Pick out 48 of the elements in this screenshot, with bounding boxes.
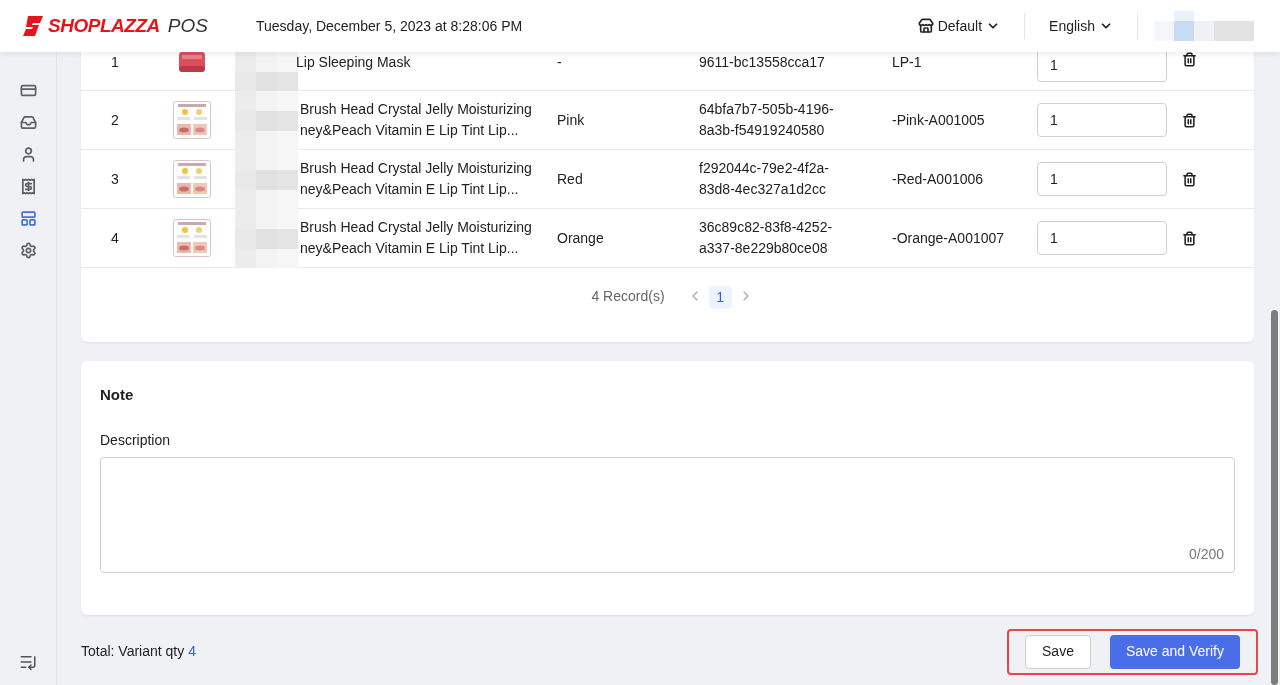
table-cell-text: Brush Head Crystal Jelly Moisturizing ney&Peach Vitamin E Lip Tint Lip... — [300, 159, 532, 199]
store-icon — [917, 18, 934, 34]
delete-icon[interactable] — [1182, 230, 1197, 246]
expand-menu-icon[interactable] — [19, 653, 37, 671]
description-field[interactable]: 0/200 — [100, 456, 1235, 573]
table-cell-text: 9611-bc13558cca17 — [699, 53, 826, 72]
note-title: Note — [100, 385, 135, 405]
table-cell-text: f292044c-79e2-4f2a- 83d8-4ec327a1d2cc — [699, 159, 830, 199]
brand-name: SHOPLAZZA — [48, 13, 160, 38]
table-cell-text: Lip Sleeping Mask — [296, 53, 411, 72]
total-summary: Total: Variant qty 4 — [81, 642, 196, 661]
delete-icon[interactable] — [1182, 52, 1197, 67]
logo-icon — [22, 15, 44, 37]
date-time: Tuesday, December 5, 2023 at 8:28:06 PM — [256, 16, 523, 36]
table-cell-text: 4 — [110, 228, 120, 248]
table-cell-text: - — [556, 53, 563, 72]
table-cell-text: Brush Head Crystal Jelly Moisturizing ney&Peach Vitamin E Lip Tint Lip... — [300, 218, 532, 258]
table-cell-text: 2 — [110, 110, 120, 130]
quantity-input[interactable]: 1 — [1037, 103, 1167, 137]
table-cell-text: -Red-A001006 — [892, 169, 985, 189]
quantity-input[interactable]: 1 — [1037, 162, 1167, 196]
table-cell-text: Brush Head Crystal Jelly Moisturizing ney&Peach Vitamin E Lip Tint Lip... — [300, 100, 532, 140]
save-and-verify-button[interactable]: Save and Verify — [1109, 634, 1240, 669]
table-cell-text: 64bfa7b7-505b-4196- 8a3b-f54919240580 — [699, 100, 835, 140]
save-button[interactable]: Save — [1025, 634, 1091, 669]
brand-suffix: POS — [167, 13, 208, 38]
delete-icon[interactable] — [1182, 171, 1197, 187]
description-label: Description — [100, 430, 172, 450]
table-cell-text: Red — [556, 169, 584, 189]
language-selector[interactable]: English — [1041, 15, 1121, 37]
record-count: 4 Record(s) — [591, 287, 665, 306]
quantity-input[interactable]: 1 — [1037, 221, 1167, 255]
table-cell-text: -Pink-A001005 — [892, 110, 986, 130]
character-counter: 0/200 — [1188, 544, 1224, 564]
delete-icon[interactable] — [1182, 112, 1197, 128]
inbox-icon — [19, 113, 37, 131]
table-cell-text: Pink — [556, 110, 586, 130]
table-cell-text: LP-1 — [892, 53, 923, 72]
store-selector[interactable]: Default — [909, 15, 1009, 37]
settings-icon — [19, 241, 37, 259]
table-cell-text: 36c89c82-83f8-4252- a337-8e229b80ce08 — [699, 218, 834, 258]
table-cell-text: Orange — [556, 228, 605, 248]
page-button[interactable]: 1 — [708, 286, 732, 309]
table-cell-text: -Orange-A001007 — [892, 228, 1006, 248]
scrollbar-thumb[interactable] — [1271, 310, 1278, 685]
table-cell-text: 1 — [110, 53, 120, 72]
receipt-icon — [19, 177, 37, 195]
table-cell-text: 3 — [110, 169, 120, 189]
